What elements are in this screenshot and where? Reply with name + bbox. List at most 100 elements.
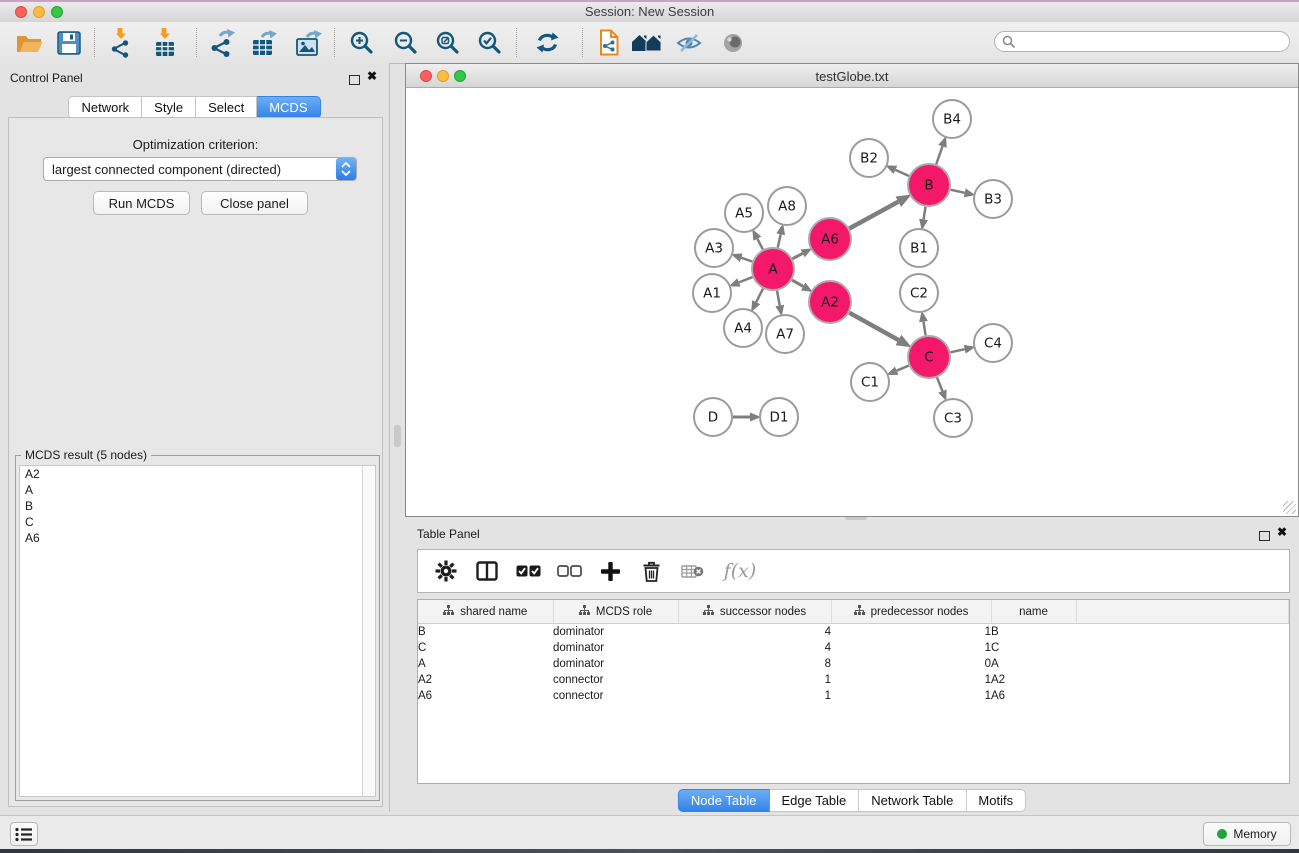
split-panel-button[interactable]: [474, 556, 500, 586]
cell[interactable]: 4: [678, 640, 831, 656]
graph-node-B1[interactable]: B1: [900, 229, 938, 267]
graph-node-D[interactable]: D: [694, 398, 732, 436]
window-resize-grip[interactable]: [1283, 501, 1296, 514]
mcds-result-list[interactable]: A2ABCA6: [19, 465, 376, 797]
tab-node-table[interactable]: Node Table: [678, 789, 770, 812]
cell[interactable]: connector: [553, 688, 678, 704]
deselect-all-columns-button[interactable]: [556, 556, 582, 586]
graph-node-A1[interactable]: A1: [693, 274, 731, 312]
graph-node-A5[interactable]: A5: [725, 194, 763, 232]
graph-node-A2[interactable]: A2: [809, 281, 851, 323]
export-table-button[interactable]: [246, 26, 284, 59]
cell[interactable]: dominator: [553, 656, 678, 672]
graph-node-A3[interactable]: A3: [695, 229, 733, 267]
cell[interactable]: A: [418, 656, 553, 672]
zoom-in-button[interactable]: [342, 26, 380, 59]
graph-node-C1[interactable]: C1: [851, 363, 889, 401]
graph-node-C[interactable]: C: [908, 336, 950, 378]
run-mcds-button[interactable]: Run MCDS: [93, 191, 190, 215]
open-session-button[interactable]: [10, 26, 48, 59]
cell[interactable]: 8: [678, 656, 831, 672]
save-session-button[interactable]: [50, 26, 88, 59]
column-header-predecessor-nodes[interactable]: predecessor nodes: [831, 600, 991, 624]
zoom-out-button[interactable]: [386, 26, 424, 59]
graph-node-A8[interactable]: A8: [768, 187, 806, 225]
cell[interactable]: B: [418, 624, 553, 641]
network-from-document-button[interactable]: [590, 26, 628, 59]
graph-node-A[interactable]: A: [752, 248, 794, 290]
column-header-name[interactable]: name: [991, 600, 1076, 624]
column-header-successor-nodes[interactable]: successor nodes: [678, 600, 831, 624]
close-panel-button[interactable]: ✖: [367, 71, 377, 81]
delete-table-button[interactable]: [679, 556, 705, 586]
export-image-button[interactable]: [290, 26, 328, 59]
zoom-selected-button[interactable]: [470, 26, 508, 59]
cell[interactable]: 0: [831, 656, 991, 672]
graph-node-A4[interactable]: A4: [724, 309, 762, 347]
graph-node-C2[interactable]: C2: [900, 274, 938, 312]
table-row-A2[interactable]: A2connector11A2: [418, 672, 1289, 688]
graph-node-B4[interactable]: B4: [933, 100, 971, 138]
graph-node-A7[interactable]: A7: [766, 315, 804, 353]
cell[interactable]: A: [991, 656, 1076, 672]
cell[interactable]: A6: [418, 688, 553, 704]
cell[interactable]: C: [418, 640, 553, 656]
column-header-shared-name[interactable]: shared name: [418, 600, 553, 624]
cell[interactable]: 1: [831, 624, 991, 641]
search-input[interactable]: [1020, 34, 1289, 50]
cell[interactable]: dominator: [553, 640, 678, 656]
tab-network[interactable]: Network: [68, 96, 142, 119]
table-row-A6[interactable]: A6connector11A6: [418, 688, 1289, 704]
close-panel-button-inner[interactable]: Close panel: [201, 191, 308, 215]
hide-graphics-details-button[interactable]: [670, 26, 708, 59]
graph-node-B[interactable]: B: [908, 164, 950, 206]
show-panels-button[interactable]: [10, 822, 38, 846]
refresh-layout-button[interactable]: [528, 26, 566, 59]
add-column-button[interactable]: [597, 556, 623, 586]
criterion-dropdown[interactable]: largest connected component (directed): [43, 157, 357, 181]
table-row-C[interactable]: Cdominator41C: [418, 640, 1289, 656]
vertical-split-handle[interactable]: [394, 425, 401, 447]
float-panel-button[interactable]: [349, 72, 360, 90]
tab-motifs[interactable]: Motifs: [966, 789, 1026, 812]
cell[interactable]: connector: [553, 672, 678, 688]
tab-edge-table[interactable]: Edge Table: [769, 789, 859, 812]
table-settings-button[interactable]: [433, 556, 459, 586]
table-close-button[interactable]: ✖: [1277, 527, 1287, 537]
import-table-button[interactable]: [146, 26, 184, 59]
result-item-A2[interactable]: A2: [20, 466, 375, 482]
cell[interactable]: C: [991, 640, 1076, 656]
zoom-fit-button[interactable]: [428, 26, 466, 59]
graph-node-A6[interactable]: A6: [809, 218, 851, 260]
delete-column-button[interactable]: [638, 556, 664, 586]
result-item-A6[interactable]: A6: [20, 530, 375, 546]
result-item-A[interactable]: A: [20, 482, 375, 498]
result-item-B[interactable]: B: [20, 498, 375, 514]
home-sessions-button[interactable]: [628, 26, 666, 59]
cell[interactable]: 1: [831, 672, 991, 688]
select-all-columns-button[interactable]: [515, 556, 541, 586]
table-float-button[interactable]: [1259, 528, 1270, 546]
cell[interactable]: 4: [678, 624, 831, 641]
graph-node-B2[interactable]: B2: [850, 139, 888, 177]
column-header-mcds-role[interactable]: MCDS role: [553, 600, 678, 624]
cell[interactable]: A2: [991, 672, 1076, 688]
tab-mcds[interactable]: MCDS: [257, 96, 320, 119]
cell[interactable]: 1: [678, 688, 831, 704]
export-network-button[interactable]: [204, 26, 242, 59]
cell[interactable]: B: [991, 624, 1076, 641]
cell[interactable]: A2: [418, 672, 553, 688]
graph-node-C4[interactable]: C4: [974, 324, 1012, 362]
cell[interactable]: dominator: [553, 624, 678, 641]
table-row-A[interactable]: Adominator80A: [418, 656, 1289, 672]
show-graphics-details-button[interactable]: [714, 26, 752, 59]
graph-node-D1[interactable]: D1: [760, 398, 798, 436]
table-row-B[interactable]: Bdominator41B: [418, 624, 1289, 641]
cell[interactable]: 1: [831, 640, 991, 656]
apply-function-button[interactable]: f(x): [720, 556, 760, 586]
cell[interactable]: 1: [831, 688, 991, 704]
tab-style[interactable]: Style: [142, 96, 196, 119]
graph-node-C3[interactable]: C3: [934, 399, 972, 437]
import-network-button[interactable]: [102, 26, 140, 59]
cell[interactable]: 1: [678, 672, 831, 688]
